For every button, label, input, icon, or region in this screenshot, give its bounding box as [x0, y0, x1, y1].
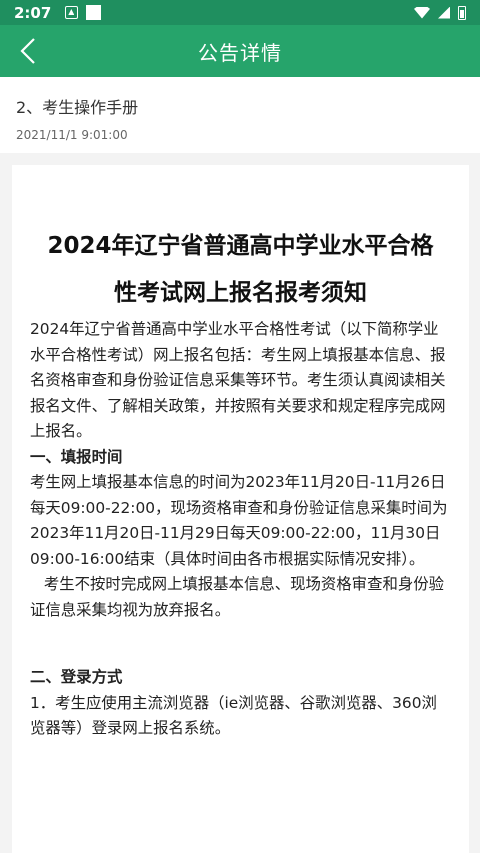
section2-title: 二、登录方式 [30, 668, 123, 686]
cellular-signal-icon [438, 6, 450, 19]
section1-paragraph2: 考生不按时完成网上填报基本信息、现场资格审查和身份验证信息采集均视为放弃报名。 [30, 575, 445, 619]
document-body: 2024年辽宁省普通高中学业水平合格性考试（以下简称学业水平合格性考试）网上报名… [12, 317, 469, 742]
back-button[interactable] [8, 25, 48, 77]
status-bar: 2:07 [0, 0, 480, 25]
notice-date: 2021/11/1 9:01:00 [16, 128, 128, 142]
app-notification-icon [86, 5, 102, 20]
app-bar: 公告详情 [0, 25, 480, 77]
battery-icon [458, 5, 466, 20]
section2-paragraph1: 1．考生应使用主流浏览器（ie浏览器、谷歌浏览器、360浏览器等）登录网上报名系… [30, 693, 437, 738]
intro-paragraph: 2024年辽宁省普通高中学业水平合格性考试（以下简称学业水平合格性考试）网上报名… [30, 320, 446, 440]
status-icons [414, 5, 466, 20]
document-card: 2024年辽宁省普通高中学业水平合格 性考试网上报名报考须知 2024年辽宁省普… [12, 165, 469, 853]
status-time: 2:07 [14, 3, 52, 22]
document-heading: 2024年辽宁省普通高中学业水平合格 性考试网上报名报考须知 [12, 223, 469, 317]
notice-title: 2、考生操作手册 [16, 98, 139, 117]
notification-icon [65, 6, 79, 19]
notice-header: 2、考生操作手册 2021/11/1 9:01:00 [0, 77, 480, 153]
page-title: 公告详情 [198, 40, 282, 65]
section1-paragraph1: 考生网上填报基本信息的时间为2023年11月20日-11月26日每天09:00-… [30, 473, 448, 568]
section1-title: 一、填报时间 [30, 447, 123, 466]
wifi-icon [414, 6, 430, 19]
chevron-left-icon [20, 38, 35, 64]
document-heading-line2: 性考试网上报名报考须知 [114, 280, 367, 306]
document-heading-line1: 2024年辽宁省普通高中学业水平合格 [47, 233, 434, 259]
